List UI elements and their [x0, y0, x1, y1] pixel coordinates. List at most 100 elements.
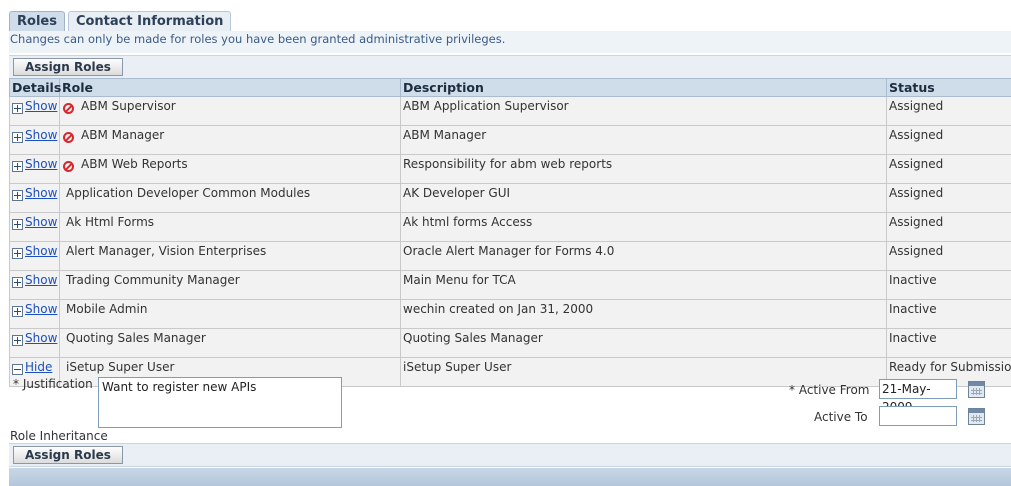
role-name: ABM Web Reports [81, 157, 188, 171]
role-detail-panel: * Justification Want to register new API… [9, 366, 1011, 443]
role-name: Quoting Sales Manager [66, 331, 206, 345]
plus-box-icon[interactable] [12, 189, 23, 201]
show-link[interactable]: Show [25, 244, 57, 258]
status-cell: Assigned [886, 183, 1011, 213]
role-name: Mobile Admin [66, 302, 148, 316]
header-role[interactable]: Role [59, 78, 401, 97]
role-name: ABM Supervisor [81, 99, 176, 113]
details-cell: Show [9, 96, 60, 126]
role-inheritance-label: Role Inheritance [10, 429, 108, 443]
active-from-input[interactable]: 21-May-2009 [879, 379, 957, 414]
role-cell: Ak Html Forms [59, 212, 401, 242]
role-cell: Application Developer Common Modules [59, 183, 401, 213]
status-cell: Inactive [886, 270, 1011, 300]
description-cell: Responsibility for abm web reports [400, 154, 887, 184]
plus-box-icon[interactable] [12, 218, 23, 230]
role-name: Trading Community Manager [66, 273, 240, 287]
tab-contact-information[interactable]: Contact Information [67, 11, 232, 31]
table-row: Show Mobile Admin wechin created on Jan 31… [9, 299, 1011, 329]
role-name: Ak Html Forms [66, 215, 155, 229]
plus-box-icon[interactable] [12, 276, 23, 288]
details-cell: Show [9, 154, 60, 184]
status-cell: Assigned [886, 241, 1011, 271]
show-link[interactable]: Show [25, 302, 57, 316]
plus-box-icon[interactable] [12, 247, 23, 259]
bottom-button-bar: Assign Roles [9, 443, 1011, 467]
description-cell: Quoting Sales Manager [400, 328, 887, 358]
description-cell: ABM Application Supervisor [400, 96, 887, 126]
role-cell: ABM Web Reports [59, 154, 401, 184]
table-row: Show ABM Supervisor ABM Application Superv… [9, 96, 1011, 126]
role-name: ABM Manager [81, 128, 165, 142]
header-description[interactable]: Description [400, 78, 887, 97]
footer-bar [9, 468, 1011, 486]
details-cell: Show [9, 328, 60, 358]
table-row: Show Trading Community Manager Main Menu f… [9, 270, 1011, 300]
details-cell: Show [9, 241, 60, 271]
plus-box-icon[interactable] [12, 131, 23, 143]
plus-box-icon[interactable] [12, 102, 23, 114]
role-cell: ABM Manager [59, 125, 401, 155]
role-cell: Alert Manager, Vision Enterprises [59, 241, 401, 271]
justification-textarea[interactable]: Want to register new APIs [98, 377, 342, 428]
show-link[interactable]: Show [25, 215, 57, 229]
table-row: Show Alert Manager, Vision Enterprises Ora… [9, 241, 1011, 271]
active-to-input[interactable] [879, 406, 957, 426]
tab-roles[interactable]: Roles [9, 11, 65, 31]
header-status[interactable]: Status [886, 78, 1011, 97]
show-link[interactable]: Show [25, 157, 57, 171]
assign-roles-button-top[interactable]: Assign Roles [13, 58, 123, 76]
active-from-label: * Active From [789, 383, 870, 397]
status-cell: Assigned [886, 154, 1011, 184]
status-cell: Assigned [886, 96, 1011, 126]
show-link[interactable]: Show [25, 128, 57, 142]
show-link[interactable]: Show [25, 273, 57, 287]
header-details: Details [9, 78, 61, 97]
status-cell: Assigned [886, 125, 1011, 155]
active-to-label: Active To [814, 410, 868, 424]
plus-box-icon[interactable] [12, 160, 23, 172]
top-button-bar: Assign Roles [9, 55, 1011, 79]
status-cell: Assigned [886, 212, 1011, 242]
role-cell: Quoting Sales Manager [59, 328, 401, 358]
role-name: Alert Manager, Vision Enterprises [66, 244, 267, 258]
description-cell: wechin created on Jan 31, 2000 [400, 299, 887, 329]
privileges-notice: Changes can only be made for roles you h… [10, 32, 506, 46]
description-cell: AK Developer GUI [400, 183, 887, 213]
status-cell: Inactive [886, 328, 1011, 358]
roles-table: Details Role Description Status Show ABM … [9, 78, 1011, 387]
no-entry-icon [63, 132, 74, 143]
description-cell: Ak html forms Access [400, 212, 887, 242]
role-cell: ABM Supervisor [59, 96, 401, 126]
show-link[interactable]: Show [25, 331, 57, 345]
calendar-icon[interactable] [968, 408, 985, 425]
table-row: Show Quoting Sales Manager Quoting Sales M… [9, 328, 1011, 358]
show-link[interactable]: Show [25, 99, 57, 113]
role-cell: Trading Community Manager [59, 270, 401, 300]
table-row: Show ABM Manager ABM Manager Assigned [9, 125, 1011, 155]
no-entry-icon [63, 103, 74, 114]
assign-roles-button-bottom[interactable]: Assign Roles [13, 446, 123, 464]
plus-box-icon[interactable] [12, 334, 23, 346]
details-cell: Show [9, 299, 60, 329]
details-cell: Show [9, 183, 60, 213]
table-header-row: Details Role Description Status [9, 78, 1011, 97]
status-cell: Inactive [886, 299, 1011, 329]
details-cell: Show [9, 212, 60, 242]
description-cell: Main Menu for TCA [400, 270, 887, 300]
notice-bar: Changes can only be made for roles you h… [9, 31, 1011, 53]
role-name: Application Developer Common Modules [66, 186, 311, 200]
description-cell: Oracle Alert Manager for Forms 4.0 [400, 241, 887, 271]
table-row: Show ABM Web Reports Responsibility for ab… [9, 154, 1011, 184]
details-cell: Show [9, 125, 60, 155]
calendar-icon[interactable] [968, 381, 985, 398]
details-cell: Show [9, 270, 60, 300]
tab-bar: Roles Contact Information [9, 11, 232, 31]
table-row: Show Ak Html Forms Ak html forms Access Ass… [9, 212, 1011, 242]
table-row: Show Application Developer Common Modules… [9, 183, 1011, 213]
role-cell: Mobile Admin [59, 299, 401, 329]
description-cell: ABM Manager [400, 125, 887, 155]
plus-box-icon[interactable] [12, 305, 23, 317]
no-entry-icon [63, 161, 74, 172]
show-link[interactable]: Show [25, 186, 57, 200]
